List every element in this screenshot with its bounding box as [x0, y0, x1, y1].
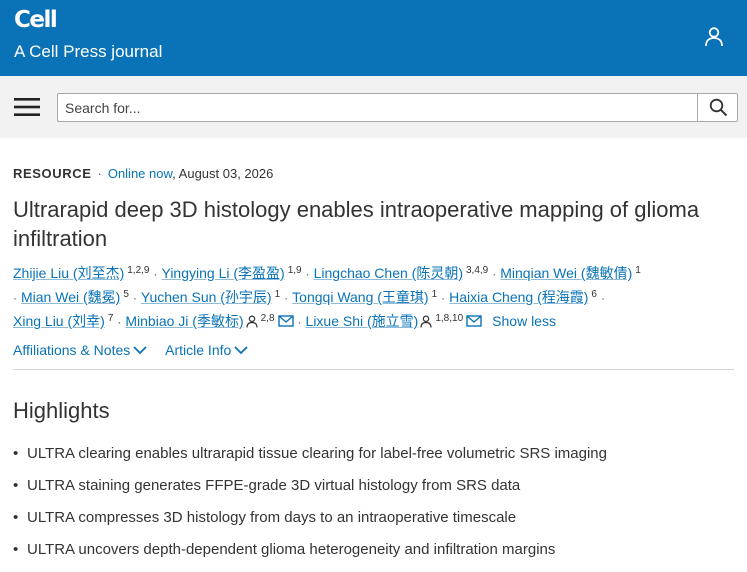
- search-icon: [709, 98, 728, 117]
- author-link[interactable]: Zhijie Liu (刘至杰): [13, 265, 124, 281]
- site-header: Cell A Cell Press journal: [0, 0, 747, 76]
- user-icon[interactable]: [703, 26, 725, 48]
- author-link[interactable]: Mian Wei (魏冕): [21, 289, 120, 305]
- author-affiliation: 5: [123, 289, 129, 300]
- highlights-list: • ULTRA clearing enables ultrarapid tissu…: [13, 438, 607, 566]
- article-info-toggle[interactable]: Article Info: [165, 342, 248, 358]
- author-affiliation: 2,8: [260, 313, 275, 324]
- author-link[interactable]: Haixia Cheng (程海霞): [449, 289, 588, 305]
- highlight-item: • ULTRA staining generates FFPE-grade 3D …: [13, 477, 521, 494]
- author-affiliation: 1: [431, 289, 438, 300]
- highlight-text: ULTRA clearing enables ultrarapid tissue…: [27, 445, 607, 462]
- search-button[interactable]: [697, 94, 738, 121]
- article-meta: RESOURCE · Online now, August 03, 2026: [13, 166, 273, 181]
- journal-subtitle: A Cell Press journal: [14, 42, 163, 61]
- divider: [13, 369, 734, 370]
- author-link[interactable]: Lixue Shi (施立雪): [306, 313, 419, 329]
- author-affiliation: 7: [107, 313, 114, 324]
- article-type: RESOURCE: [13, 166, 92, 181]
- article-title: Ultrarapid deep 3D histology enables int…: [13, 197, 700, 251]
- author-link[interactable]: Tongqi Wang (王童琪): [292, 289, 428, 305]
- author-line-3: Xing Liu (刘幸) 7 · Minbiao Ji (季敏标) 2,8 · Lixue…: [13, 313, 556, 329]
- author-link[interactable]: Lingchao Chen (陈灵朝): [314, 265, 463, 281]
- person-icon: [420, 315, 432, 328]
- separator-dot: ·: [97, 166, 102, 181]
- article-info-label: Article Info: [165, 342, 232, 358]
- envelope-icon[interactable]: [277, 315, 294, 327]
- author-link[interactable]: Minbiao Ji (季敏标): [125, 313, 243, 329]
- chevron-down-icon: [133, 346, 147, 355]
- search-input[interactable]: [58, 94, 696, 121]
- envelope-icon[interactable]: [466, 315, 482, 327]
- highlight-item: • ULTRA clearing enables ultrarapid tissu…: [13, 445, 607, 462]
- menu-icon[interactable]: [14, 97, 40, 117]
- author-affiliation: 1,2,9: [127, 265, 150, 276]
- highlights-heading: Highlights: [13, 398, 110, 423]
- author-affiliation: 3,4,9: [466, 265, 489, 276]
- author-line-1: Zhijie Liu (刘至杰) 1,2,9 · Yingying Li (李盈盈) 1…: [13, 265, 641, 281]
- author-affiliation: 1,9: [287, 265, 302, 276]
- highlight-item: • ULTRA compresses 3D histology from days…: [13, 509, 517, 526]
- highlight-text: ULTRA uncovers depth-dependent glioma he…: [27, 541, 556, 558]
- article-tabs: Affiliations & Notes Article Info: [13, 342, 262, 358]
- highlight-text: ULTRA staining generates FFPE-grade 3D v…: [27, 477, 521, 494]
- author-link[interactable]: Yuchen Sun (孙宇辰): [141, 289, 272, 305]
- author-affiliation: 1: [635, 265, 641, 276]
- online-status: Online now: [107, 166, 173, 181]
- author-line-2: · Mian Wei (魏冕) 5 · Yuchen Sun (孙宇辰) 1 · Tongqi…: [13, 289, 605, 305]
- chevron-down-icon: [234, 346, 248, 355]
- author-link[interactable]: Xing Liu (刘幸): [13, 313, 105, 329]
- highlight-text: ULTRA compresses 3D histology from days …: [27, 509, 517, 526]
- author-affiliation: 6: [591, 289, 597, 300]
- show-less-link[interactable]: Show less: [492, 313, 556, 329]
- author-affiliation: 1,8,10: [435, 313, 464, 324]
- author-affiliation: 1: [274, 289, 281, 300]
- author-link[interactable]: Minqian Wei (魏敏倩): [500, 265, 632, 281]
- affiliations-label: Affiliations & Notes: [13, 342, 131, 358]
- search-bar: [0, 76, 747, 138]
- highlight-item: • ULTRA uncovers depth-dependent glioma h…: [13, 541, 556, 558]
- author-list: Zhijie Liu (刘至杰) 1,2,9 · Yingying Li (李盈盈) 1…: [13, 259, 743, 331]
- person-icon: [246, 315, 258, 328]
- cell-logo[interactable]: Cell: [14, 7, 58, 33]
- affiliations-toggle[interactable]: Affiliations & Notes: [13, 342, 147, 358]
- search-box: [57, 93, 738, 122]
- publication-date: , August 03, 2026: [172, 166, 274, 181]
- author-link[interactable]: Yingying Li (李盈盈): [162, 265, 285, 281]
